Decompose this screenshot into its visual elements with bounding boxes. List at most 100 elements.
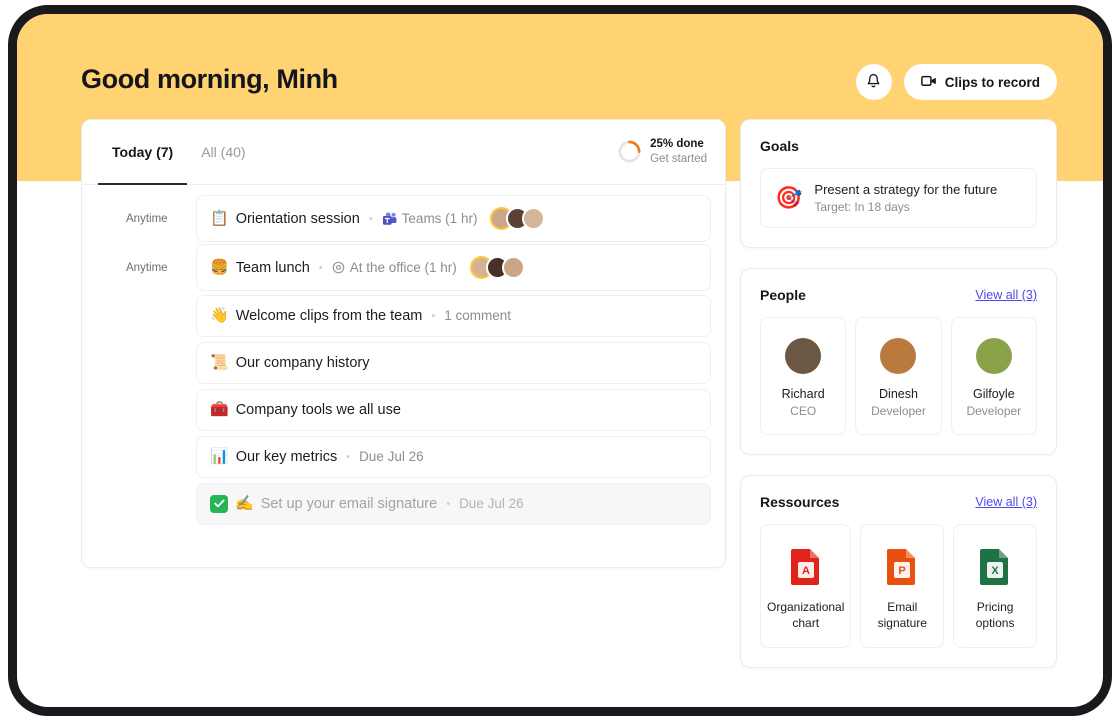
task-time-label: Anytime bbox=[126, 261, 168, 274]
xlsx-glyph: X bbox=[980, 549, 1009, 585]
person-name: Gilfoyle bbox=[972, 387, 1015, 401]
hamburger-emoji: 🍔 bbox=[210, 259, 229, 276]
sidebar: Goals 🎯 Present a strategy for the futur… bbox=[740, 119, 1057, 688]
svg-text:P: P bbox=[899, 565, 906, 577]
progress-ring bbox=[618, 141, 641, 164]
task-meta-label: Teams (1 hr) bbox=[401, 211, 478, 226]
resource-tile[interactable]: P Email signature bbox=[860, 524, 945, 649]
goal-target: Target: In 18 days bbox=[814, 200, 910, 214]
task-separator: • bbox=[446, 497, 451, 510]
task-title: Our key metrics bbox=[235, 448, 338, 465]
task-time-label: Anytime bbox=[126, 212, 168, 225]
task-item[interactable]: ✍️ Set up your email signature • Due Jul 26 bbox=[196, 482, 711, 525]
people-grid: Richard CEO Dinesh Developer Gilfoyle De… bbox=[760, 317, 1037, 435]
task-item[interactable]: 👋 Welcome clips from the team • 1 comment bbox=[196, 294, 711, 337]
task-meta-label: 1 comment bbox=[444, 308, 512, 323]
avatar bbox=[522, 207, 546, 230]
task-item[interactable]: 📋 Orientation session • Teams (1 hr) bbox=[196, 195, 711, 242]
person-tile[interactable]: Richard CEO bbox=[760, 317, 847, 435]
task-title: Our company history bbox=[235, 354, 370, 371]
people-card: People View all (3) Richard CEO Dinesh D… bbox=[740, 268, 1057, 455]
resource-tile[interactable]: X Pricing options bbox=[953, 524, 1038, 649]
avatar bbox=[501, 256, 525, 279]
task-separator: • bbox=[318, 261, 323, 274]
task-meta-label: Due Jul 26 bbox=[359, 449, 424, 464]
svg-text:X: X bbox=[991, 565, 999, 577]
goals-header: Goals bbox=[741, 120, 1056, 168]
scroll-emoji: 📜 bbox=[210, 354, 229, 371]
person-name: Dinesh bbox=[879, 387, 918, 401]
tab-all[interactable]: All (40) bbox=[187, 120, 259, 185]
resources-grid: A Organizational chart P Email signature… bbox=[760, 524, 1038, 649]
resources-view-all-link[interactable]: View all (3) bbox=[975, 495, 1037, 509]
dart-target-emoji: 🎯 bbox=[775, 185, 803, 210]
resource-name: Email signature bbox=[877, 600, 927, 630]
task-item[interactable]: 📊 Our key metrics • Due Jul 26 bbox=[196, 435, 711, 478]
task-meta-label: Due Jul 26 bbox=[459, 496, 524, 511]
person-role: Developer bbox=[871, 404, 926, 418]
task-separator: • bbox=[431, 309, 436, 322]
resource-tile[interactable]: A Organizational chart bbox=[760, 524, 852, 649]
resource-name: Pricing options bbox=[975, 600, 1015, 630]
person-tile[interactable]: Gilfoyle Developer bbox=[950, 317, 1037, 435]
pdf-glyph: A bbox=[790, 549, 819, 585]
goal-item[interactable]: 🎯 Present a strategy for the future Targ… bbox=[760, 168, 1037, 228]
task-title: Team lunch bbox=[235, 259, 310, 276]
resources-card: Ressources View all (3) A Organizational… bbox=[740, 475, 1057, 669]
progress-indicator: 25% done Get started bbox=[618, 137, 707, 167]
task-item[interactable]: 🍔 Team lunch • At the office (1 hr) bbox=[196, 244, 711, 291]
location-pin-icon bbox=[332, 261, 345, 274]
avatar bbox=[975, 338, 1012, 374]
people-body: Richard CEO Dinesh Developer Gilfoyle De… bbox=[741, 317, 1056, 454]
task-title: Welcome clips from the team bbox=[235, 307, 423, 324]
teams-icon bbox=[382, 212, 397, 226]
pdf-file-icon: A bbox=[790, 545, 821, 587]
avatar-group bbox=[490, 207, 546, 230]
tasks-panel: Today (7) All (40) 25% done Get started bbox=[81, 119, 726, 568]
progress-subtitle: Get started bbox=[650, 153, 707, 165]
task-checkbox[interactable] bbox=[210, 494, 228, 513]
goals-body: 🎯 Present a strategy for the future Targ… bbox=[741, 168, 1056, 247]
avatar-group bbox=[469, 256, 525, 279]
task-item[interactable]: 🧰 Company tools we all use bbox=[196, 388, 711, 431]
resources-header: Ressources View all (3) bbox=[741, 476, 1056, 524]
tab-today[interactable]: Today (7) bbox=[98, 120, 188, 185]
task-meta: Teams (1 hr) bbox=[382, 211, 478, 226]
svg-text:A: A bbox=[802, 565, 810, 577]
task-meta-label: At the office (1 hr) bbox=[349, 260, 457, 275]
goal-title: Present a strategy for the future bbox=[814, 182, 998, 197]
goals-card: Goals 🎯 Present a strategy for the futur… bbox=[740, 119, 1057, 248]
people-view-all-link[interactable]: View all (3) bbox=[975, 288, 1037, 302]
resources-body: A Organizational chart P Email signature… bbox=[741, 524, 1056, 667]
goal-text: Present a strategy for the future Target… bbox=[814, 182, 997, 214]
person-role: CEO bbox=[790, 404, 817, 418]
bar-chart-emoji: 📊 bbox=[210, 448, 229, 465]
main-content: Today (7) All (40) 25% done Get started bbox=[17, 14, 1103, 707]
person-role: Developer bbox=[966, 404, 1022, 418]
toolbox-emoji: 🧰 bbox=[210, 401, 229, 418]
task-row: 📊 Our key metrics • Due Jul 26 bbox=[96, 434, 711, 479]
tabs-row: Today (7) All (40) 25% done Get started bbox=[82, 120, 725, 185]
excel-file-icon: X bbox=[980, 545, 1010, 587]
task-meta: At the office (1 hr) bbox=[332, 260, 457, 275]
avatar bbox=[785, 338, 822, 374]
task-meta: 1 comment bbox=[444, 308, 511, 323]
person-tile[interactable]: Dinesh Developer bbox=[855, 317, 942, 435]
task-title: Set up your email signature bbox=[260, 495, 438, 512]
clipboard-emoji: 📋 bbox=[210, 210, 229, 227]
task-row: Anytime 🍔 Team lunch • At the office (1 hr) bbox=[96, 244, 711, 291]
task-title: Orientation session bbox=[235, 210, 360, 227]
task-list: Anytime 📋 Orientation session • Teams (1 hr… bbox=[82, 185, 725, 538]
task-meta: Due Jul 26 bbox=[459, 496, 524, 511]
writing-hand-emoji: ✍️ bbox=[235, 495, 254, 512]
task-title: Company tools we all use bbox=[235, 401, 401, 418]
task-row: 📜 Our company history bbox=[96, 340, 711, 385]
progress-percent: 25% done bbox=[650, 138, 704, 151]
avatar bbox=[880, 338, 917, 374]
waving-hand-emoji: 👋 bbox=[210, 307, 229, 324]
task-item[interactable]: 📜 Our company history bbox=[196, 341, 711, 384]
people-header: People View all (3) bbox=[741, 269, 1056, 317]
task-row: Anytime 📋 Orientation session • Teams (1 hr… bbox=[96, 195, 711, 242]
task-separator: • bbox=[346, 450, 351, 463]
pptx-glyph: P bbox=[887, 549, 916, 585]
